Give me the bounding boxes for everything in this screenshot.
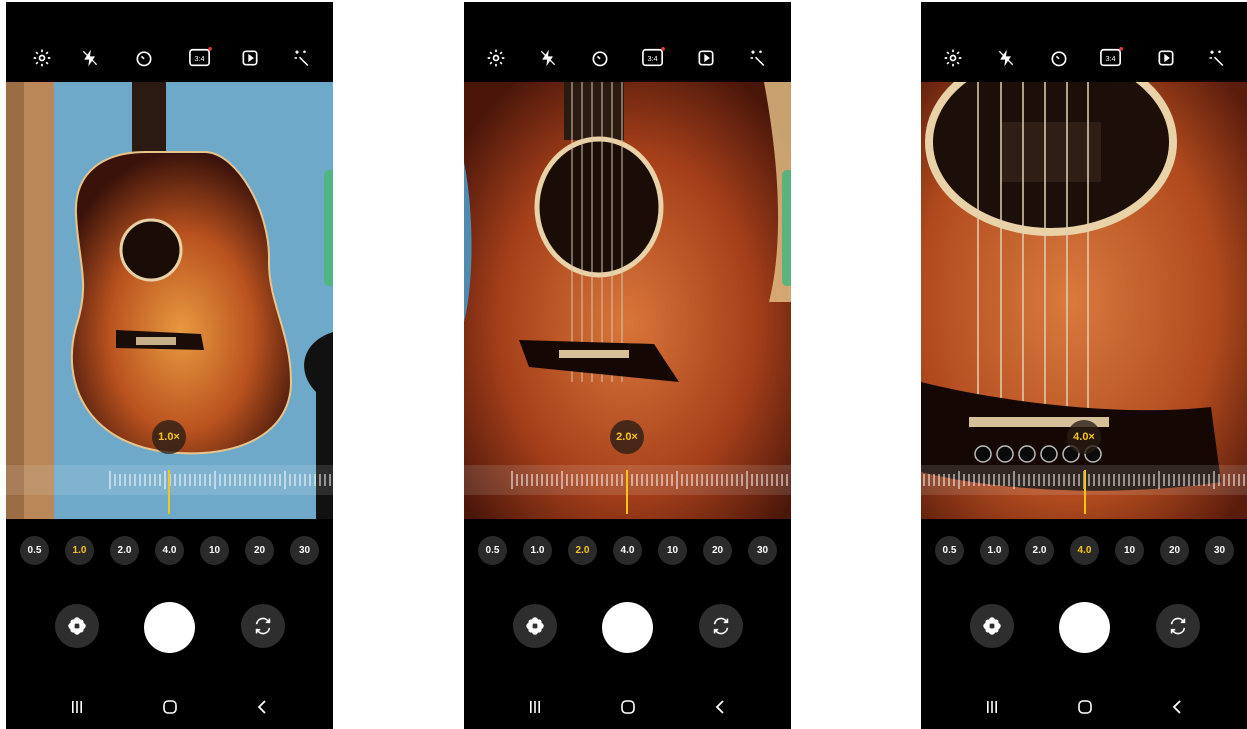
switch-camera-icon (713, 617, 729, 635)
back-icon[interactable] (706, 692, 736, 722)
zoom-ruler-indicator (626, 470, 628, 514)
home-icon[interactable] (1070, 692, 1100, 722)
gear-icon[interactable] (30, 46, 54, 70)
timer-icon[interactable] (588, 46, 612, 70)
filters-icon[interactable] (746, 46, 770, 70)
gear-icon[interactable] (484, 46, 508, 70)
motion-photo-icon[interactable] (1154, 46, 1178, 70)
zoom-button-4-0[interactable]: 4.0 (155, 536, 184, 565)
timer-icon[interactable] (132, 46, 156, 70)
zoom-button-0-5[interactable]: 0.5 (20, 536, 49, 565)
camera-toolbar: 3:4 (921, 2, 1247, 82)
side-panel-handle[interactable] (324, 170, 333, 286)
zoom-button-0-5[interactable]: 0.5 (478, 536, 507, 565)
effects-button[interactable] (970, 604, 1014, 648)
switch-camera-button[interactable] (241, 604, 285, 648)
zoom-button-1-0[interactable]: 1.0 (980, 536, 1009, 565)
home-icon[interactable] (613, 692, 643, 722)
motion-photo-icon[interactable] (694, 46, 718, 70)
camera-viewfinder[interactable]: 1.0× (6, 82, 333, 519)
system-nav-bar (921, 692, 1247, 726)
camera-viewfinder[interactable]: 4.0× (921, 82, 1247, 519)
recents-icon[interactable] (62, 692, 92, 722)
aspect-ratio-icon[interactable]: 3:4 (187, 46, 213, 70)
aspect-ratio-label: 3:4 (1105, 54, 1115, 63)
zoom-button-10[interactable]: 10 (658, 536, 687, 565)
switch-camera-button[interactable] (699, 604, 743, 648)
camera-viewfinder[interactable]: 2.0× (464, 82, 791, 519)
phone-screen-3: 3:4 4.0× 0.5 1.0 2.0 4.0 10 20 30 (921, 2, 1247, 729)
flower-icon (526, 617, 544, 635)
motion-photo-icon[interactable] (238, 46, 262, 70)
switch-camera-icon (255, 617, 271, 635)
zoom-level-badge[interactable]: 1.0× (152, 420, 186, 454)
zoom-button-20[interactable]: 20 (703, 536, 732, 565)
side-panel-handle[interactable] (782, 170, 791, 286)
flash-off-icon[interactable] (78, 46, 102, 70)
zoom-button-20[interactable]: 20 (245, 536, 274, 565)
phone-screen-2: 3:4 2.0× 0.5 1.0 2.0 4.0 10 20 30 (464, 2, 791, 729)
zoom-level-badge[interactable]: 4.0× (1067, 420, 1101, 454)
timer-icon[interactable] (1047, 46, 1071, 70)
flower-icon (68, 617, 86, 635)
zoom-button-1-0[interactable]: 1.0 (65, 536, 94, 565)
zoom-button-10[interactable]: 10 (1115, 536, 1144, 565)
effects-button[interactable] (513, 604, 557, 648)
back-icon[interactable] (248, 692, 278, 722)
zoom-button-30[interactable]: 30 (290, 536, 319, 565)
aspect-ratio-icon[interactable]: 3:4 (1098, 46, 1124, 70)
switch-camera-button[interactable] (1156, 604, 1200, 648)
zoom-button-10[interactable]: 10 (200, 536, 229, 565)
zoom-preset-row: 0.5 1.0 2.0 4.0 10 20 30 (935, 536, 1234, 566)
zoom-preset-row: 0.5 1.0 2.0 4.0 10 20 30 (20, 536, 319, 566)
shutter-button[interactable] (1059, 602, 1110, 653)
zoom-button-2-0[interactable]: 2.0 (1025, 536, 1054, 565)
zoom-button-4-0[interactable]: 4.0 (613, 536, 642, 565)
camera-toolbar: 3:4 (6, 2, 333, 82)
gear-icon[interactable] (941, 46, 965, 70)
flower-icon (983, 617, 1001, 635)
zoom-button-0-5[interactable]: 0.5 (935, 536, 964, 565)
effects-button[interactable] (55, 604, 99, 648)
recents-icon[interactable] (520, 692, 550, 722)
zoom-button-30[interactable]: 30 (1205, 536, 1234, 565)
flash-off-icon[interactable] (994, 46, 1018, 70)
zoom-button-20[interactable]: 20 (1160, 536, 1189, 565)
zoom-button-2-0[interactable]: 2.0 (110, 536, 139, 565)
zoom-ruler-indicator (168, 470, 170, 514)
zoom-button-1-0[interactable]: 1.0 (523, 536, 552, 565)
filters-icon[interactable] (1205, 46, 1229, 70)
system-nav-bar (6, 692, 333, 726)
zoom-preset-row: 0.5 1.0 2.0 4.0 10 20 30 (478, 536, 777, 566)
zoom-level-badge[interactable]: 2.0× (610, 420, 644, 454)
camera-toolbar: 3:4 (464, 2, 791, 82)
zoom-ruler-indicator (1084, 470, 1086, 514)
aspect-ratio-label: 3:4 (647, 54, 657, 63)
recents-icon[interactable] (977, 692, 1007, 722)
home-icon[interactable] (155, 692, 185, 722)
shutter-button[interactable] (144, 602, 195, 653)
zoom-button-30[interactable]: 30 (748, 536, 777, 565)
aspect-ratio-icon[interactable]: 3:4 (640, 46, 666, 70)
phone-screen-1: 3:4 1.0× 0.5 1.0 2.0 4.0 10 20 30 (6, 2, 333, 729)
switch-camera-icon (1170, 617, 1186, 635)
filters-icon[interactable] (290, 46, 314, 70)
zoom-button-2-0[interactable]: 2.0 (568, 536, 597, 565)
flash-off-icon[interactable] (536, 46, 560, 70)
shutter-button[interactable] (602, 602, 653, 653)
back-icon[interactable] (1163, 692, 1193, 722)
system-nav-bar (464, 692, 791, 726)
zoom-button-4-0[interactable]: 4.0 (1070, 536, 1099, 565)
aspect-ratio-label: 3:4 (194, 54, 204, 63)
